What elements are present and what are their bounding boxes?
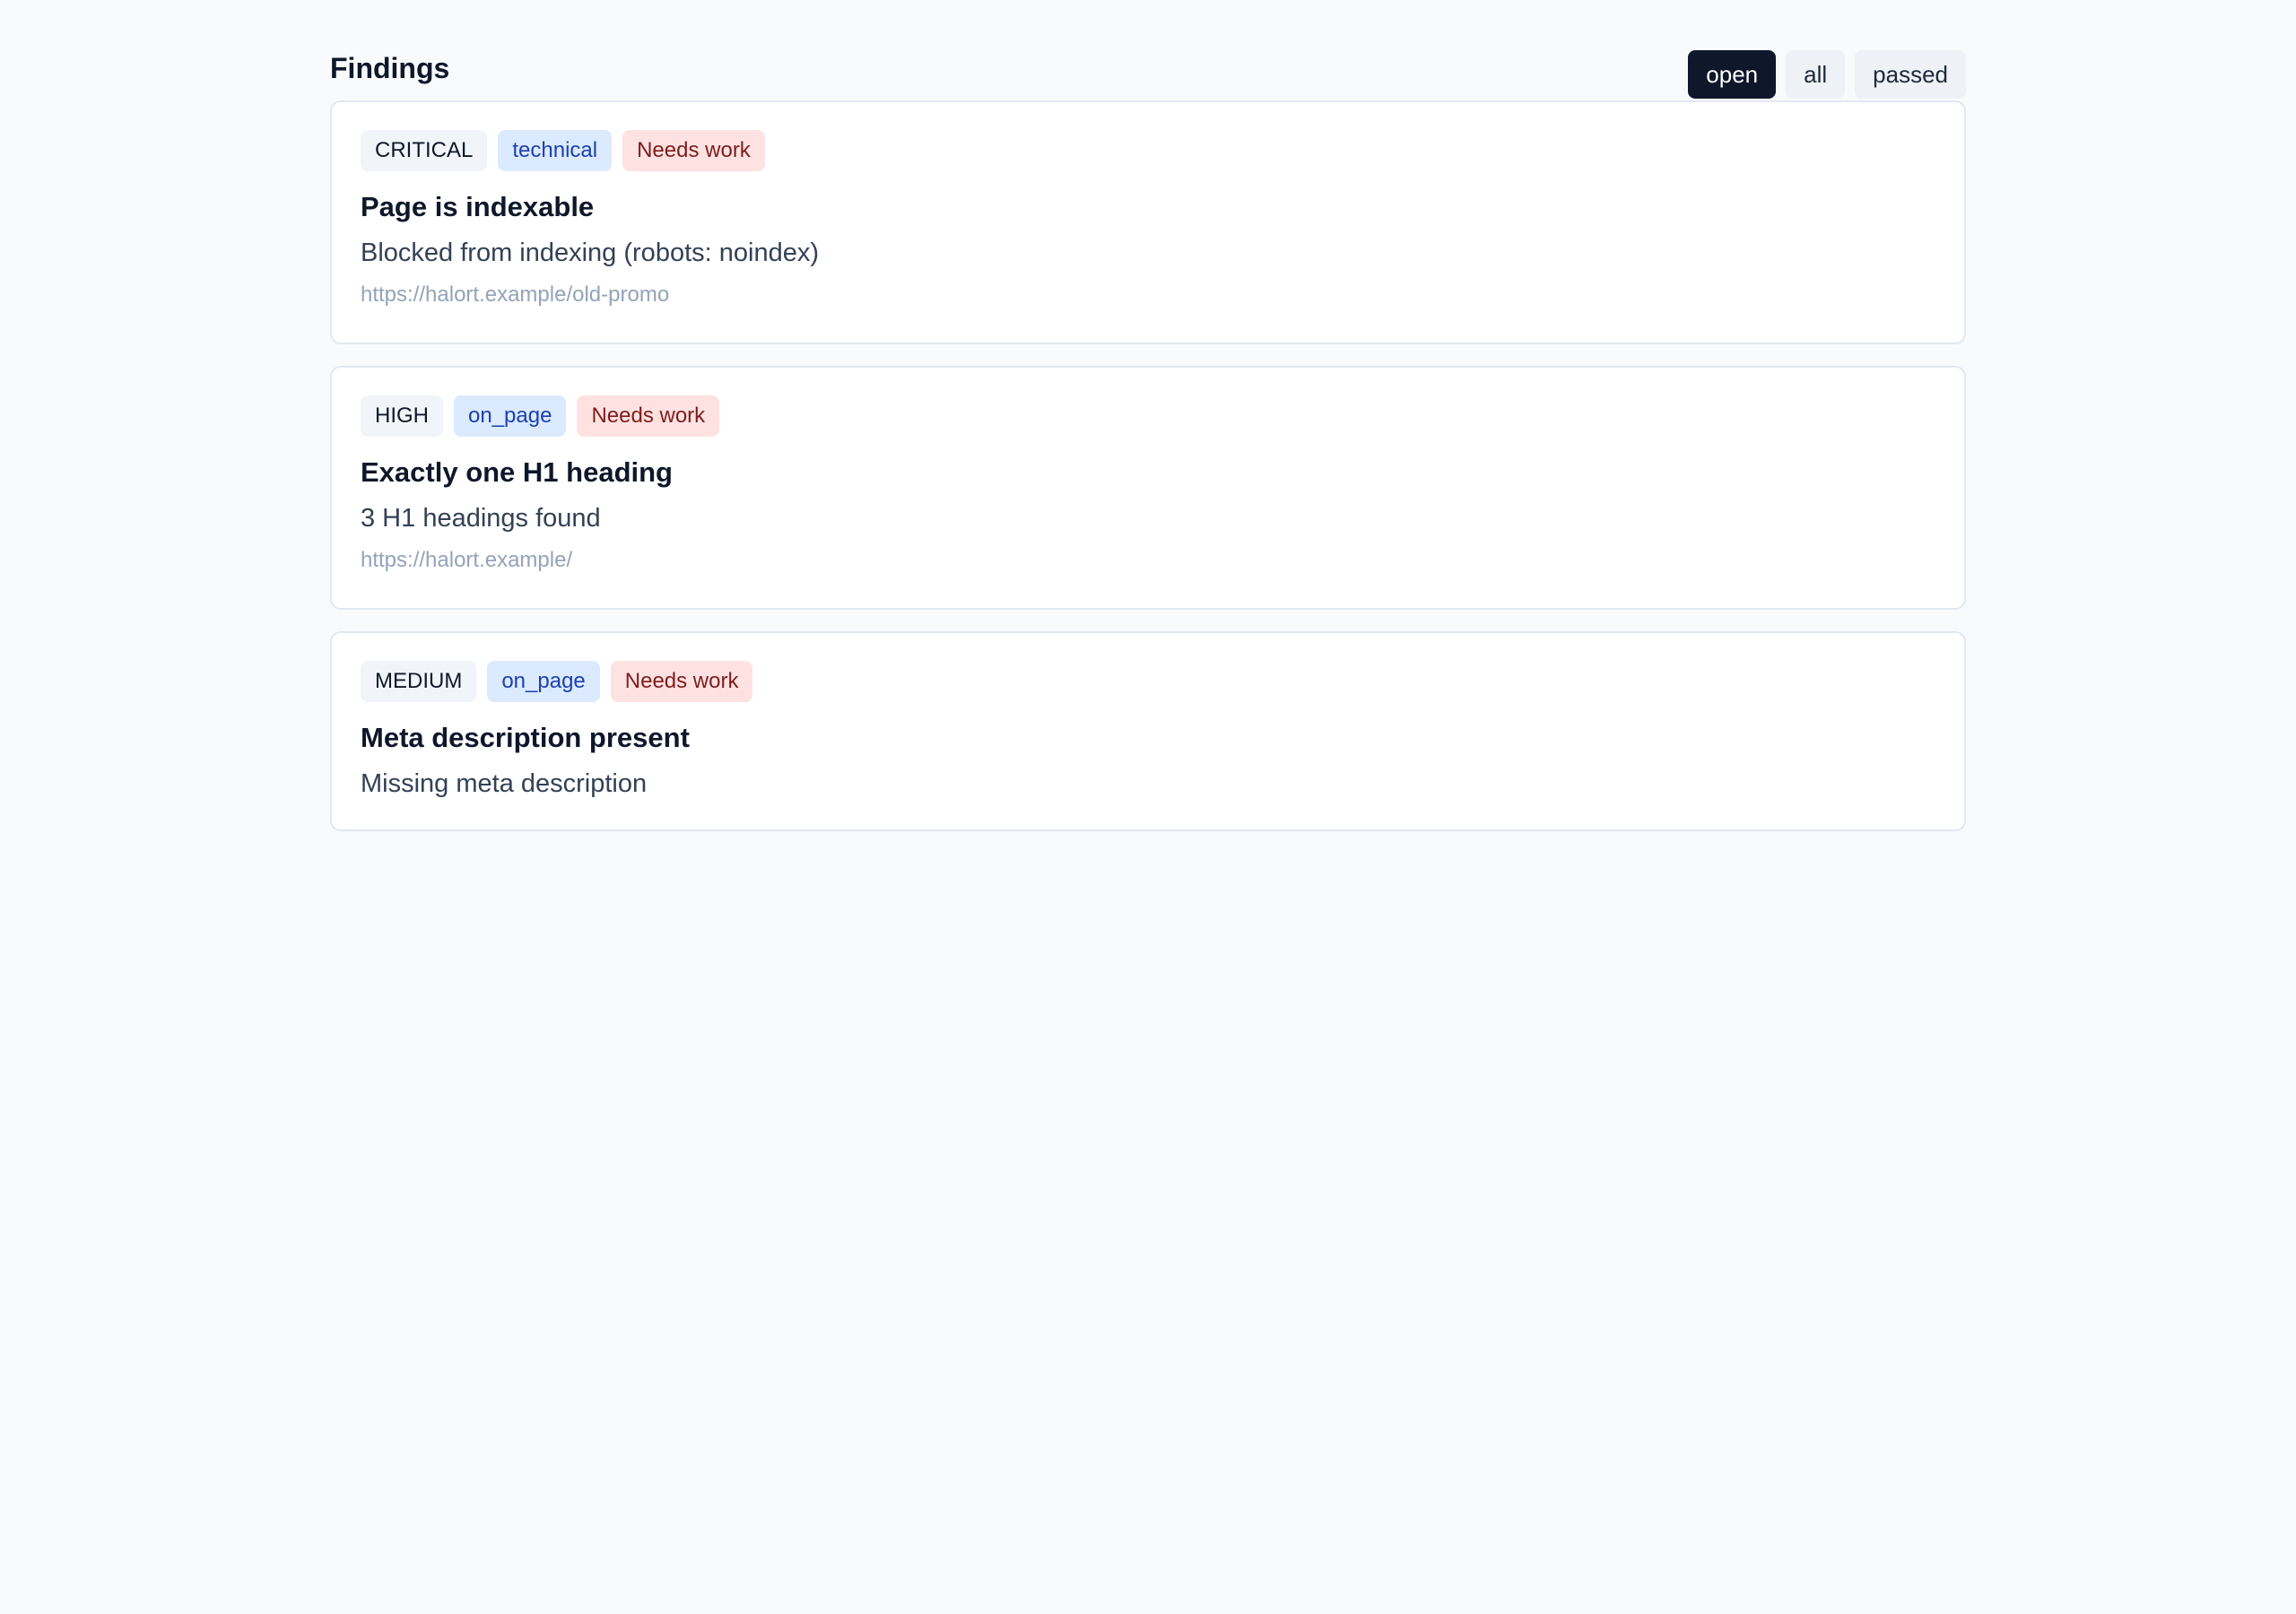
finding-title: Exactly one H1 heading xyxy=(361,456,673,488)
filter-all-button[interactable]: all xyxy=(1786,50,1846,99)
finding-url: https://halort.example/ xyxy=(361,548,573,572)
severity-badge: HIGH xyxy=(361,395,443,437)
finding-description: Blocked from indexing (robots: noindex) xyxy=(361,239,819,267)
finding-card[interactable]: MEDIUM on_page Needs work Meta descripti… xyxy=(330,631,1966,831)
status-badge: Needs work xyxy=(577,395,720,437)
finding-description: 3 H1 headings found xyxy=(361,504,601,533)
findings-panel: Findings open all passed CRITICAL techni… xyxy=(330,50,1966,853)
finding-description: Missing meta description xyxy=(361,769,648,798)
finding-badges: CRITICAL technical Needs work xyxy=(361,130,1935,171)
findings-header: Findings open all passed xyxy=(330,50,1966,100)
finding-card[interactable]: HIGH on_page Needs work Exactly one H1 h… xyxy=(330,366,1966,610)
filter-passed-button[interactable]: passed xyxy=(1855,50,1966,99)
category-badge: technical xyxy=(498,130,613,171)
filter-open-button[interactable]: open xyxy=(1688,50,1777,99)
finding-url: https://halort.example/old-promo xyxy=(361,282,670,307)
findings-list: CRITICAL technical Needs work Page is in… xyxy=(330,100,1966,831)
finding-title: Meta description present xyxy=(361,722,690,753)
severity-badge: MEDIUM xyxy=(361,661,477,702)
finding-badges: MEDIUM on_page Needs work xyxy=(361,661,1935,702)
status-badge: Needs work xyxy=(622,130,765,171)
finding-badges: HIGH on_page Needs work xyxy=(361,395,1935,437)
severity-badge: CRITICAL xyxy=(361,130,488,171)
category-badge: on_page xyxy=(454,395,567,437)
filter-group: open all passed xyxy=(1688,50,1966,99)
category-badge: on_page xyxy=(487,661,600,702)
status-badge: Needs work xyxy=(610,661,753,702)
finding-title: Page is indexable xyxy=(361,191,595,222)
page-title: Findings xyxy=(330,52,450,84)
finding-card[interactable]: CRITICAL technical Needs work Page is in… xyxy=(330,100,1966,344)
